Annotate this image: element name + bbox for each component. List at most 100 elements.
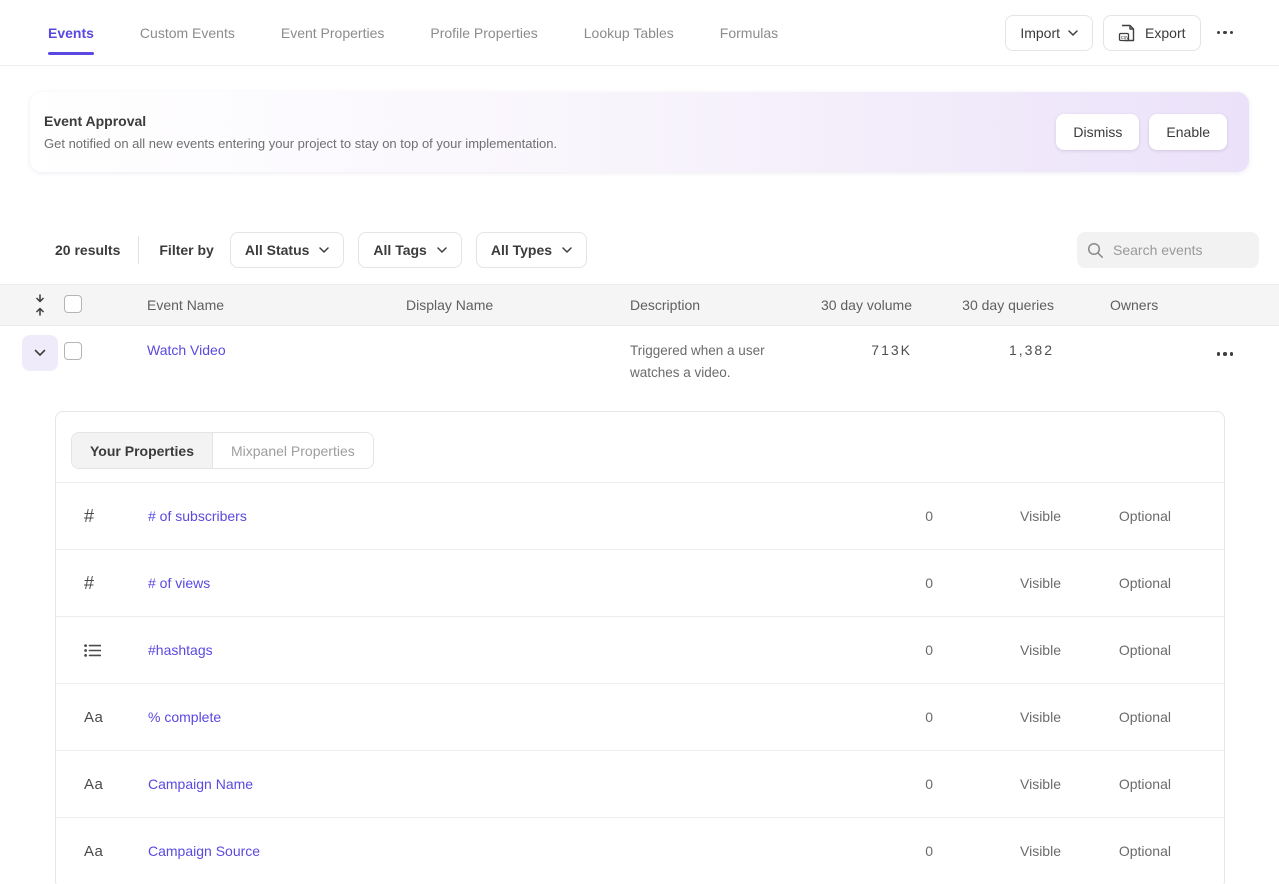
dismiss-button[interactable]: Dismiss <box>1056 114 1139 150</box>
property-count: 0 <box>833 642 933 658</box>
banner-title: Event Approval <box>44 113 557 129</box>
tags-filter-label: All Tags <box>373 242 426 258</box>
chevron-down-icon <box>34 349 46 357</box>
property-row: # # of subscribers 0 Visible Optional <box>56 482 1224 549</box>
property-count: 0 <box>833 508 933 524</box>
import-button[interactable]: Import <box>1005 15 1093 51</box>
property-visibility: Visible <box>933 508 1061 524</box>
top-actions: Import csv Export <box>1005 15 1239 51</box>
property-requirement: Optional <box>1061 776 1171 792</box>
properties-panel-header: Your Properties Mixpanel Properties <box>56 412 1224 482</box>
property-name-link[interactable]: Campaign Name <box>148 776 833 792</box>
divider <box>138 236 139 264</box>
property-name-link[interactable]: % complete <box>148 709 833 725</box>
properties-tabs: Your Properties Mixpanel Properties <box>71 432 374 469</box>
property-count: 0 <box>833 776 933 792</box>
property-visibility: Visible <box>933 575 1061 591</box>
lexicon-events-page: Events Custom Events Event Properties Pr… <box>0 0 1279 884</box>
chevron-down-icon <box>562 247 572 253</box>
tab-event-properties[interactable]: Event Properties <box>281 0 385 66</box>
column-header-owners[interactable]: Owners <box>1054 297 1202 313</box>
text-type-icon: Aa <box>84 776 148 793</box>
property-requirement: Optional <box>1061 843 1171 859</box>
import-button-label: Import <box>1020 25 1060 41</box>
table-header: Event Name Display Name Description 30 d… <box>0 284 1279 326</box>
banner-subtitle: Get notified on all new events entering … <box>44 136 557 151</box>
chevron-down-icon <box>1068 30 1078 36</box>
results-count: 20 results <box>55 242 120 258</box>
search-input[interactable] <box>1113 242 1243 258</box>
event-queries: 1,382 <box>912 340 1054 358</box>
types-filter-dropdown[interactable]: All Types <box>476 232 587 268</box>
enable-button[interactable]: Enable <box>1149 114 1227 150</box>
property-requirement: Optional <box>1061 642 1171 658</box>
column-header-volume[interactable]: 30 day volume <box>794 297 912 313</box>
property-count: 0 <box>833 709 933 725</box>
property-row: Aa % complete 0 Visible Optional <box>56 683 1224 750</box>
tab-profile-properties[interactable]: Profile Properties <box>430 0 537 66</box>
column-header-event-name[interactable]: Event Name <box>120 297 380 313</box>
text-type-icon: Aa <box>84 843 148 860</box>
property-name-link[interactable]: # of subscribers <box>148 508 833 524</box>
export-button-label: Export <box>1145 25 1185 41</box>
property-visibility: Visible <box>933 642 1061 658</box>
property-visibility: Visible <box>933 843 1061 859</box>
property-name-link[interactable]: # of views <box>148 575 833 591</box>
column-header-description[interactable]: Description <box>604 297 794 313</box>
property-row: Aa Campaign Name 0 Visible Optional <box>56 750 1224 817</box>
collapse-row-button[interactable] <box>22 335 58 371</box>
status-filter-dropdown[interactable]: All Status <box>230 232 345 268</box>
property-visibility: Visible <box>933 776 1061 792</box>
search-icon <box>1087 242 1104 259</box>
tab-events[interactable]: Events <box>48 0 94 66</box>
properties-panel: Your Properties Mixpanel Properties # # … <box>55 411 1225 884</box>
filter-row: 20 results Filter by All Status All Tags… <box>55 232 1259 268</box>
event-description: Triggered when a user watches a video. <box>630 340 782 383</box>
banner-actions: Dismiss Enable <box>1056 114 1227 150</box>
row-more-options-icon[interactable] <box>1211 346 1240 362</box>
top-nav-bar: Events Custom Events Event Properties Pr… <box>0 0 1279 66</box>
collapse-all-icon <box>34 294 46 316</box>
tab-your-properties[interactable]: Your Properties <box>72 433 213 468</box>
filter-by-label: Filter by <box>159 242 213 258</box>
collapse-all-button[interactable] <box>16 294 64 316</box>
select-all-checkbox[interactable] <box>64 295 82 313</box>
svg-text:csv: csv <box>1121 35 1130 41</box>
status-filter-label: All Status <box>245 242 310 258</box>
column-header-display-name[interactable]: Display Name <box>380 297 604 313</box>
property-count: 0 <box>833 575 933 591</box>
row-checkbox[interactable] <box>64 342 82 360</box>
property-requirement: Optional <box>1061 575 1171 591</box>
event-volume: 713K <box>794 340 912 358</box>
property-requirement: Optional <box>1061 709 1171 725</box>
column-header-queries[interactable]: 30 day queries <box>912 297 1054 313</box>
property-name-link[interactable]: #hashtags <box>148 642 833 658</box>
event-name-link[interactable]: Watch Video <box>120 340 380 358</box>
tab-custom-events[interactable]: Custom Events <box>140 0 235 66</box>
tags-filter-dropdown[interactable]: All Tags <box>358 232 461 268</box>
banner-text: Event Approval Get notified on all new e… <box>44 113 557 151</box>
text-type-icon: Aa <box>84 709 148 726</box>
property-row: #hashtags 0 Visible Optional <box>56 616 1224 683</box>
property-row: # # of views 0 Visible Optional <box>56 549 1224 616</box>
property-requirement: Optional <box>1061 508 1171 524</box>
chevron-down-icon <box>437 247 447 253</box>
tab-lookup-tables[interactable]: Lookup Tables <box>584 0 674 66</box>
property-name-link[interactable]: Campaign Source <box>148 843 833 859</box>
tab-formulas[interactable]: Formulas <box>720 0 778 66</box>
search-box <box>1077 232 1259 268</box>
chevron-down-icon <box>319 247 329 253</box>
nav-tabs: Events Custom Events Event Properties Pr… <box>48 0 778 66</box>
tab-mixpanel-properties[interactable]: Mixpanel Properties <box>213 433 373 468</box>
property-row: Aa Campaign Source 0 Visible Optional <box>56 817 1224 884</box>
number-type-icon: # <box>84 573 148 594</box>
property-count: 0 <box>833 843 933 859</box>
event-approval-banner: Event Approval Get notified on all new e… <box>30 92 1249 172</box>
more-options-icon[interactable] <box>1211 25 1240 41</box>
types-filter-label: All Types <box>491 242 552 258</box>
csv-file-icon: csv <box>1118 23 1137 43</box>
list-type-icon <box>84 643 148 658</box>
event-row-watch-video: Watch Video Triggered when a user watche… <box>0 326 1279 401</box>
export-button[interactable]: csv Export <box>1103 15 1200 51</box>
property-visibility: Visible <box>933 709 1061 725</box>
